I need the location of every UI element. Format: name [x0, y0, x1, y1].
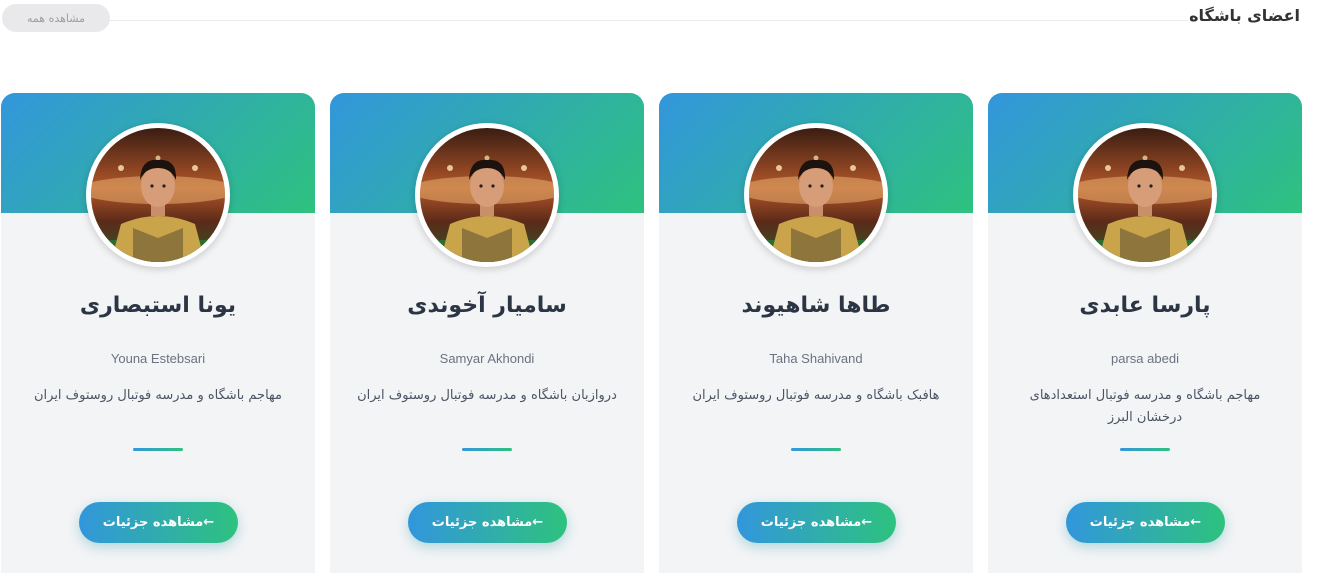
member-latin-name: parsa abedi: [1111, 351, 1179, 366]
member-name: طاها شاهیوند: [741, 293, 891, 318]
member-card: یونا استبصاری Youna Estebsari مهاجم باشگ…: [1, 93, 315, 573]
member-latin-name: Taha Shahivand: [769, 351, 863, 366]
member-avatar: [744, 123, 888, 267]
member-name: سامیار آخوندی: [407, 293, 567, 318]
member-card: طاها شاهیوند Taha Shahivand هافبک باشگاه…: [659, 93, 973, 573]
card-divider: [462, 448, 512, 451]
player-photo-icon: [749, 128, 883, 262]
member-name: پارسا عابدی: [1079, 293, 1211, 318]
view-details-button[interactable]: مشاهده جزئیات←: [408, 502, 567, 543]
player-photo-icon: [1078, 128, 1212, 262]
player-photo-icon: [91, 128, 225, 262]
header-divider-line: [110, 20, 1188, 21]
member-name: یونا استبصاری: [79, 293, 237, 318]
member-role: مهاجم باشگاه و مدرسه فوتبال استعدادهای د…: [1029, 388, 1261, 425]
view-details-button[interactable]: مشاهده جزئیات←: [1066, 502, 1225, 543]
member-avatar: [86, 123, 230, 267]
member-avatar: [1073, 123, 1217, 267]
member-role: هافبک باشگاه و مدرسه فوتبال روستوف ایران: [692, 388, 940, 403]
view-details-button[interactable]: مشاهده جزئیات←: [737, 502, 896, 543]
member-role: مهاجم باشگاه و مدرسه فوتبال روستوف ایران: [33, 388, 283, 403]
card-divider: [133, 448, 183, 451]
member-avatar: [415, 123, 559, 267]
section-header: اعضای باشگاه مشاهده همه: [0, 0, 1323, 40]
member-latin-name: Youna Estebsari: [110, 351, 206, 366]
member-role: دروازبان باشگاه و مدرسه فوتبال روستوف ای…: [357, 388, 617, 403]
member-latin-name: Samyar Akhondi: [439, 351, 535, 366]
view-all-button[interactable]: مشاهده همه: [2, 4, 110, 32]
member-card: سامیار آخوندی Samyar Akhondi دروازبان با…: [330, 93, 644, 573]
member-card: پارسا عابدی parsa abedi مهاجم باشگاه و م…: [988, 93, 1302, 573]
view-details-button[interactable]: مشاهده جزئیات←: [79, 502, 238, 543]
card-divider: [791, 448, 841, 451]
card-divider: [1120, 448, 1170, 451]
player-photo-icon: [420, 128, 554, 262]
section-title: اعضای باشگاه: [1189, 6, 1300, 25]
